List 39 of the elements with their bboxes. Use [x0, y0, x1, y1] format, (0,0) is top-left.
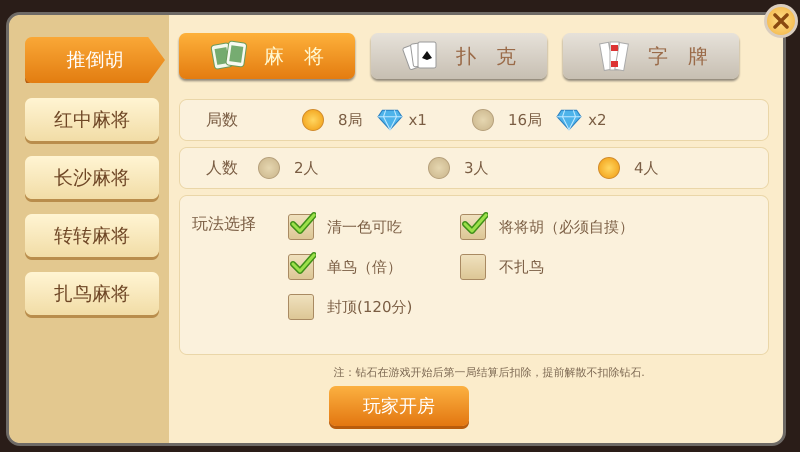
radio-button[interactable]: [258, 157, 280, 179]
game-type-tab[interactable]: 扎鸟麻将: [25, 272, 159, 315]
checkbox[interactable]: [460, 254, 486, 280]
close-button[interactable]: [764, 4, 798, 38]
game-type-tab[interactable]: 转转麻将: [25, 214, 159, 257]
checkbox[interactable]: [288, 294, 314, 320]
category-tab[interactable]: 扑 克: [371, 33, 547, 79]
radio-button[interactable]: [472, 109, 494, 131]
game-type-tab[interactable]: 红中麻将: [25, 98, 159, 141]
close-icon: [771, 11, 791, 31]
diamond-icon: [376, 109, 403, 131]
setting-label: 局数: [206, 110, 239, 130]
option-label: 不扎鸟: [499, 258, 544, 276]
option-label: 清一色可吃: [327, 218, 402, 236]
category-tab[interactable]: 麻 将: [179, 33, 355, 79]
checkbox[interactable]: [288, 254, 314, 280]
game-type-tab[interactable]: 推倒胡: [25, 37, 165, 83]
cost-label: x1: [408, 111, 427, 129]
create-room-button[interactable]: 玩家开房: [329, 386, 469, 426]
option-label: 封顶(120分): [327, 298, 412, 316]
option-label: 将将胡（必须自摸）: [499, 218, 634, 236]
radio-button[interactable]: [302, 109, 324, 131]
option-label: 4人: [634, 158, 659, 178]
setting-label: 玩法选择: [192, 214, 257, 235]
option-label: 8局: [338, 110, 363, 130]
setting-label: 人数: [206, 158, 239, 178]
option-label: 2人: [294, 158, 319, 178]
radio-button[interactable]: [428, 157, 450, 179]
radio-button[interactable]: [598, 157, 620, 179]
diamond-icon: [556, 109, 582, 131]
option-label: 3人: [464, 158, 489, 178]
option-label: 单鸟（倍）: [327, 258, 402, 276]
checkbox[interactable]: [288, 214, 314, 240]
note-text: 注：钻石在游戏开始后第一局结算后扣除，提前解散不扣除钻石.: [332, 365, 646, 380]
option-label: 16局: [508, 110, 542, 130]
cost-label: x2: [588, 111, 607, 129]
game-type-tab[interactable]: 长沙麻将: [25, 156, 159, 199]
checkbox[interactable]: [460, 214, 486, 240]
category-tab[interactable]: 字 牌: [563, 33, 739, 79]
